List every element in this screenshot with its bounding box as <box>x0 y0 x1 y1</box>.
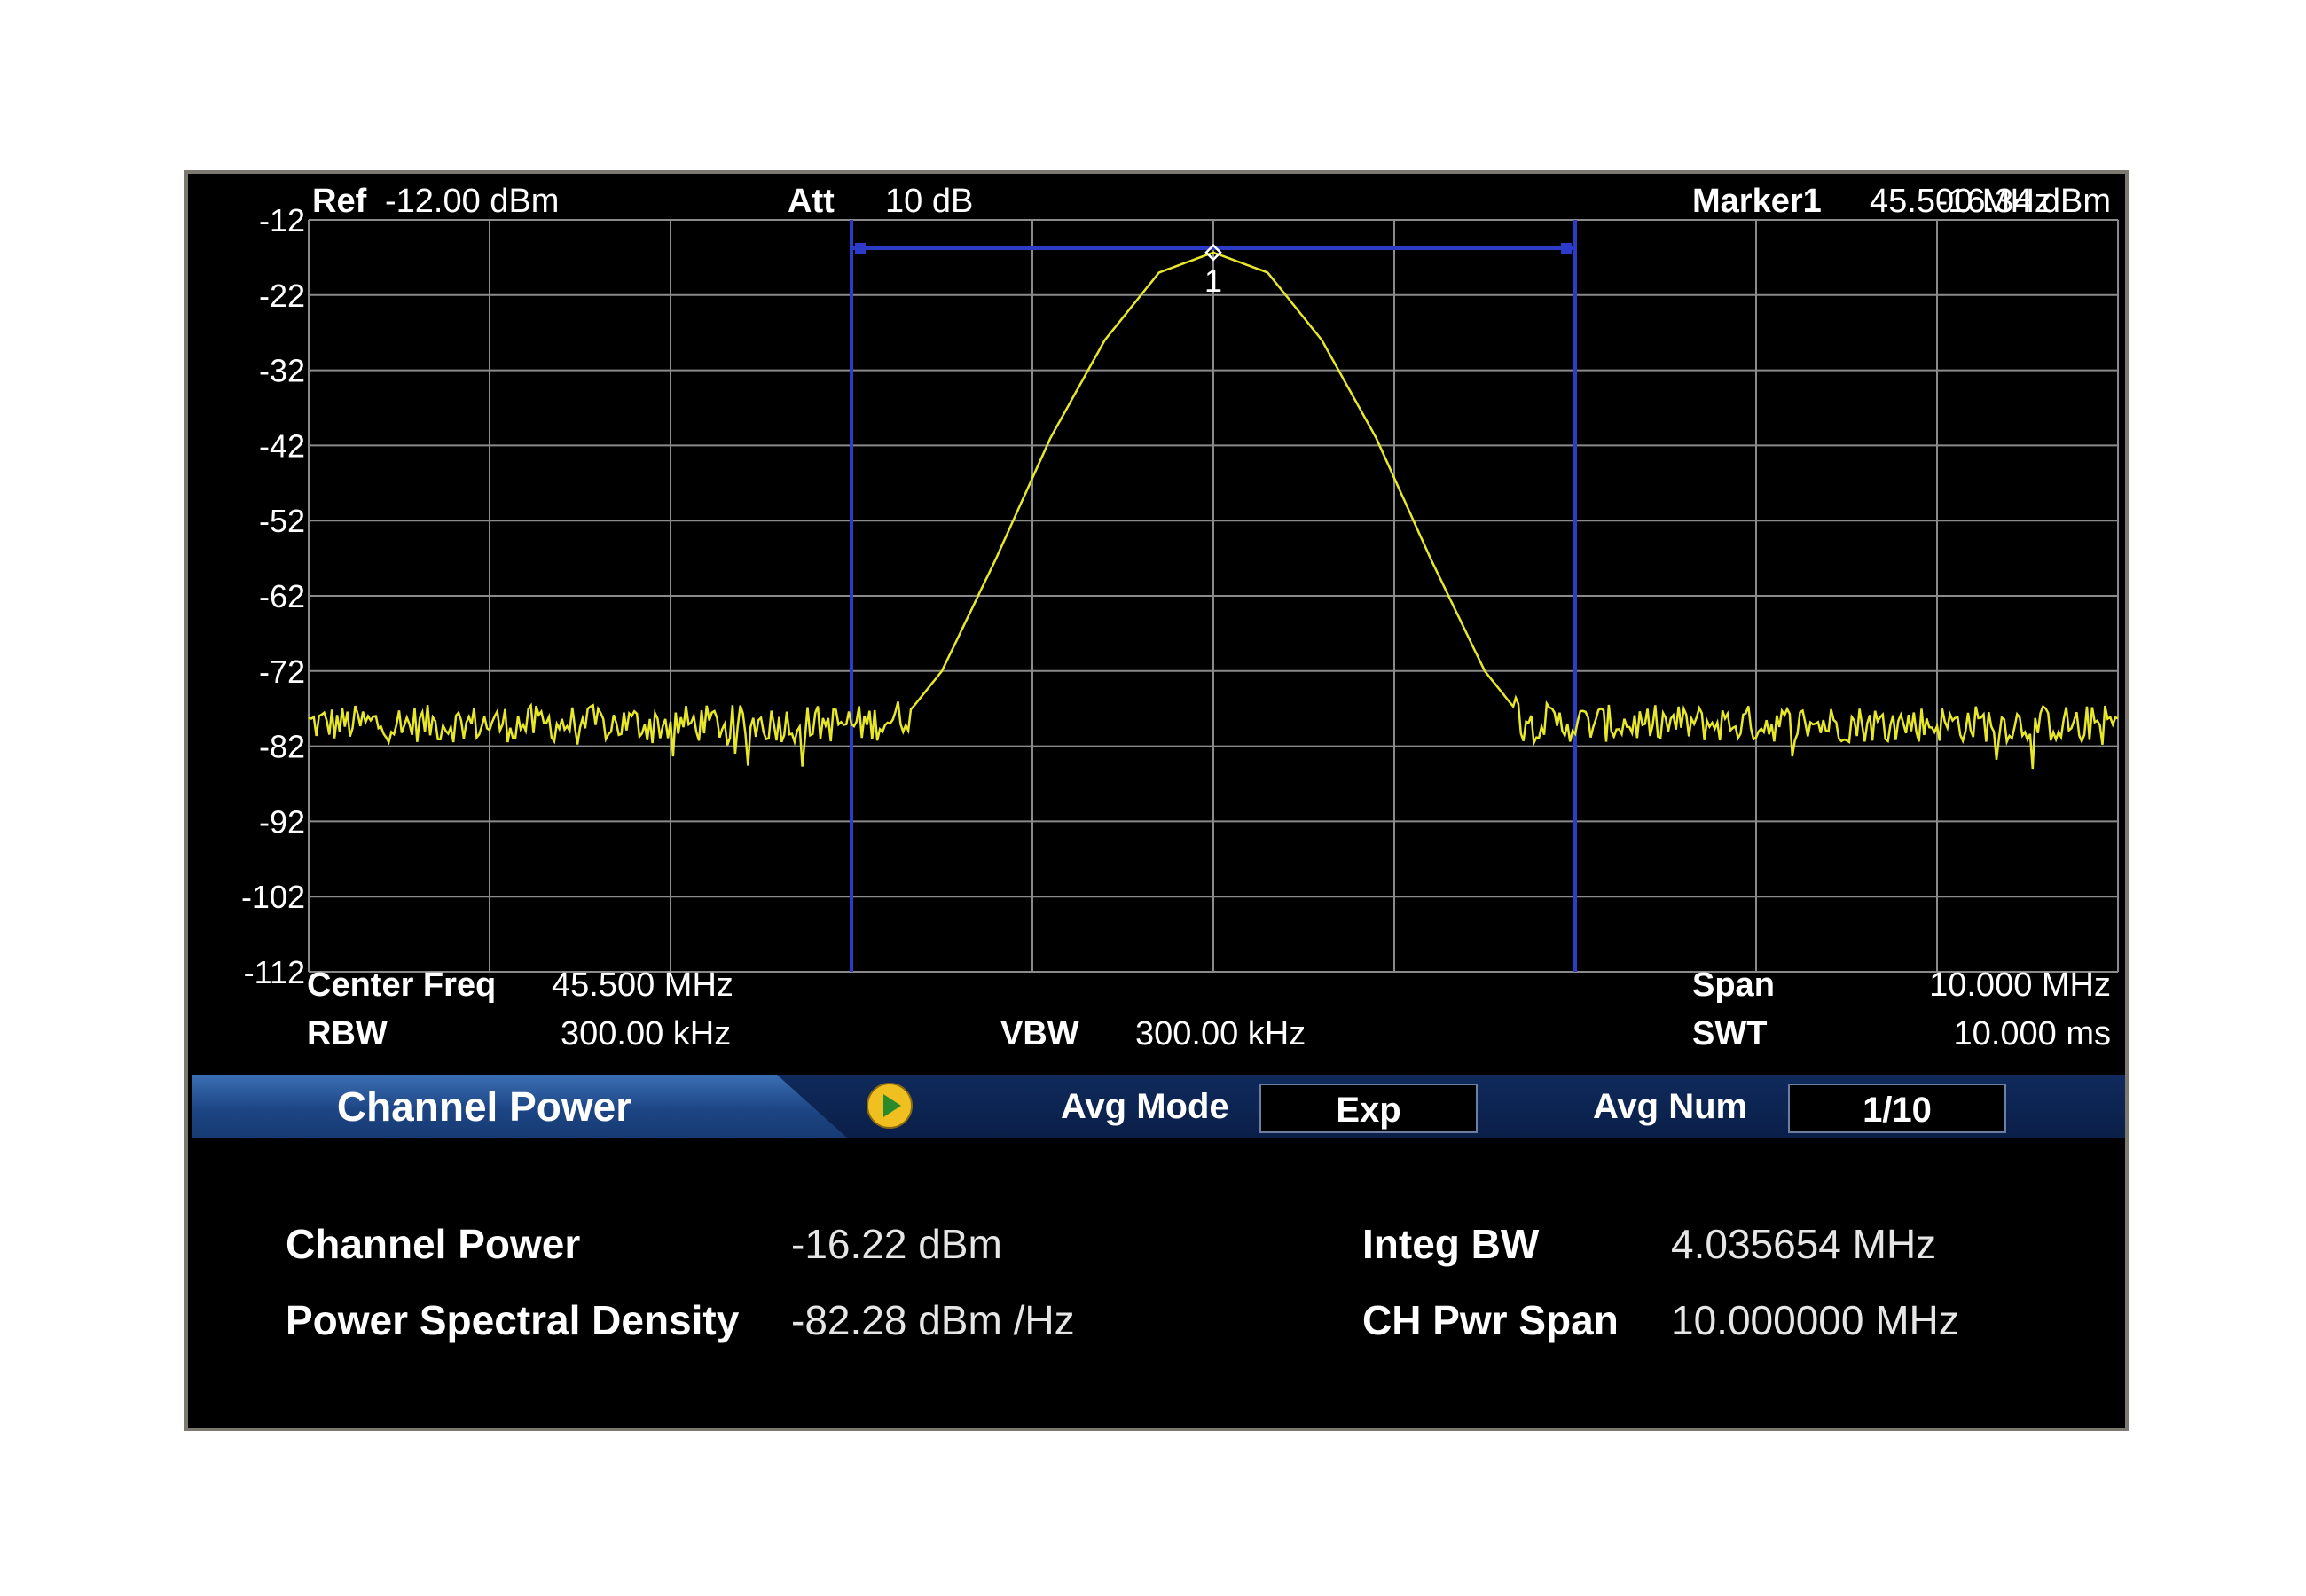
avg-mode-label: Avg Mode <box>1061 1087 1229 1126</box>
y-tick-label: -62 <box>259 578 305 614</box>
mode-title: Channel Power <box>336 1084 632 1130</box>
avg-num-field[interactable]: 1/10 <box>1788 1084 2006 1133</box>
analyzer-screen: -12 -22 -32 -42 -52 -62 -72 -82 -92 -102 -112 1 Re… <box>184 170 2129 1431</box>
vbw-value: 300.00 kHz <box>1135 1015 1306 1052</box>
ch-pwr-span-value: 10.000000 MHz <box>1671 1297 1959 1343</box>
psd-value: -82.28 dBm /Hz <box>791 1297 1075 1343</box>
y-tick-label: -72 <box>259 653 305 690</box>
y-tick-label: -42 <box>259 427 305 464</box>
ref-value: -12.00 dBm <box>385 183 559 220</box>
y-tick-label: -102 <box>241 879 305 915</box>
results-panel: Channel Power -16.22 dBm Power Spectral … <box>188 1138 2125 1428</box>
span-value: 10.000 MHz <box>1929 966 2111 1004</box>
y-tick-label: -82 <box>259 729 305 765</box>
y-tick-label: -92 <box>259 803 305 840</box>
att-value: 10 dB <box>885 183 973 220</box>
ref-label: Ref <box>312 183 367 220</box>
y-tick-label: -22 <box>259 278 305 314</box>
vbw-label: VBW <box>1000 1015 1079 1052</box>
y-tick-label: -52 <box>259 503 305 539</box>
y-tick-label: -112 <box>244 954 305 990</box>
span-label: Span <box>1692 966 1775 1004</box>
y-axis-ticks: -12 -22 -32 -42 -52 -62 -72 -82 -92 -102 -112 <box>241 202 305 990</box>
swt-value: 10.000 ms <box>1954 1015 2111 1052</box>
channel-bar-cap-right <box>1561 243 1572 254</box>
spectrum-plot: -12 -22 -32 -42 -52 -62 -72 -82 -92 -102 -112 1 Re… <box>241 183 2119 1052</box>
avg-mode-field[interactable]: Exp <box>1259 1084 1478 1133</box>
ch-pwr-span-label: CH Pwr Span <box>1362 1297 1619 1343</box>
integ-bw-label: Integ BW <box>1362 1221 1540 1267</box>
swt-label: SWT <box>1692 1015 1767 1052</box>
integ-bw-value: 4.035654 MHz <box>1671 1221 1937 1267</box>
y-tick-label: -12 <box>259 202 305 239</box>
y-tick-label: -32 <box>259 353 305 389</box>
rbw-value: 300.00 kHz <box>561 1015 731 1052</box>
play-icon[interactable] <box>866 1082 914 1130</box>
center-freq-label: Center Freq <box>307 966 496 1004</box>
center-freq-value: 45.500 MHz <box>552 966 733 1004</box>
rbw-label: RBW <box>307 1015 388 1052</box>
channel-power-label: Channel Power <box>286 1221 581 1267</box>
avg-num-label: Avg Num <box>1593 1087 1748 1126</box>
psd-label: Power Spectral Density <box>286 1297 740 1343</box>
marker-label: Marker1 <box>1692 183 1822 220</box>
channel-power-value: -16.22 dBm <box>791 1221 1002 1267</box>
plot-grid <box>308 219 2119 973</box>
control-bar: Channel Power Avg Mode Exp Avg Num 1/10 <box>192 1075 2125 1138</box>
mode-tab[interactable]: Channel Power <box>192 1075 848 1138</box>
marker-1-label: 1 <box>1204 262 1222 299</box>
marker-level: -16.34 dBm <box>1937 183 2111 220</box>
channel-bar-cap-left <box>855 243 866 254</box>
att-label: Att <box>788 183 835 220</box>
